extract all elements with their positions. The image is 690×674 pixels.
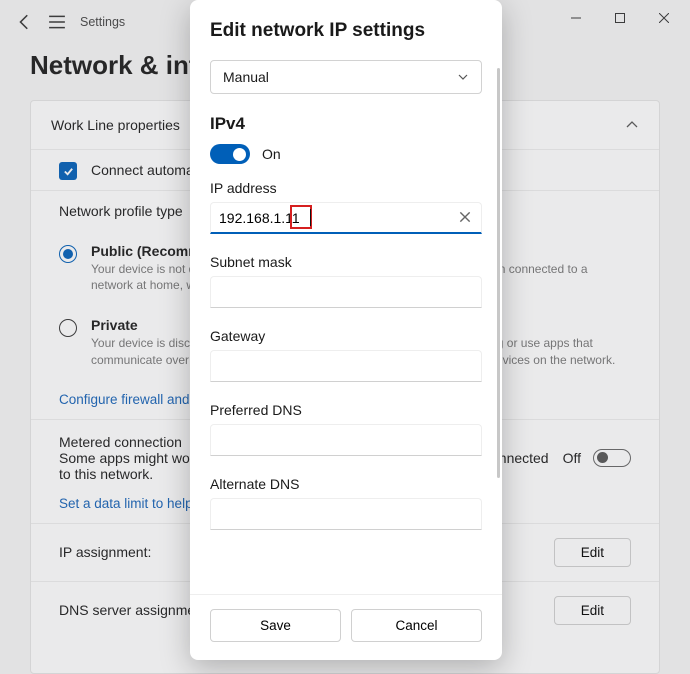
dns-assignment-label: DNS server assignment: [59,602,211,618]
window-minimize-button[interactable] [554,3,598,33]
ipv4-section-label: IPv4 [210,114,482,134]
gateway-label: Gateway [210,328,482,344]
hamburger-icon[interactable] [48,13,66,31]
subnet-mask-label: Subnet mask [210,254,482,270]
breadcrumb: Settings [80,15,125,29]
profile-type-label: Network profile type [59,203,183,219]
public-radio[interactable] [59,245,77,263]
preferred-dns-label: Preferred DNS [210,402,482,418]
modal-footer: Save Cancel [190,594,502,660]
clear-input-button[interactable] [458,210,472,224]
chevron-up-icon [625,118,639,132]
cancel-button[interactable]: Cancel [351,609,482,642]
private-radio[interactable] [59,319,77,337]
subnet-mask-input[interactable] [210,276,482,308]
ipv4-toggle[interactable] [210,144,250,164]
text-caret [310,209,311,226]
back-button[interactable] [16,13,34,31]
save-button[interactable]: Save [210,609,341,642]
metered-toggle[interactable] [593,449,631,467]
preferred-dns-input[interactable] [210,424,482,456]
ip-assignment-label: IP assignment: [59,544,151,560]
window-close-button[interactable] [642,3,686,33]
edit-ip-modal: Edit network IP settings Manual IPv4 On … [190,0,502,660]
ip-address-input[interactable] [210,202,482,234]
ipv4-toggle-label: On [262,146,281,162]
card-header-title: Work Line properties [51,117,180,133]
modal-title: Edit network IP settings [210,20,482,42]
window-maximize-button[interactable] [598,3,642,33]
ip-address-label: IP address [210,180,482,196]
modal-scrollbar[interactable] [497,68,500,478]
metered-value: Off [563,450,581,466]
gateway-input[interactable] [210,350,482,382]
dns-assignment-edit-button[interactable]: Edit [554,596,631,625]
ip-assignment-edit-button[interactable]: Edit [554,538,631,567]
connect-auto-checkbox[interactable] [59,162,77,180]
app-header: Settings [0,4,141,40]
alternate-dns-label: Alternate DNS [210,476,482,492]
ip-mode-value: Manual [223,69,269,85]
chevron-down-icon [457,71,469,83]
alternate-dns-input[interactable] [210,498,482,530]
ip-mode-select[interactable]: Manual [210,60,482,94]
